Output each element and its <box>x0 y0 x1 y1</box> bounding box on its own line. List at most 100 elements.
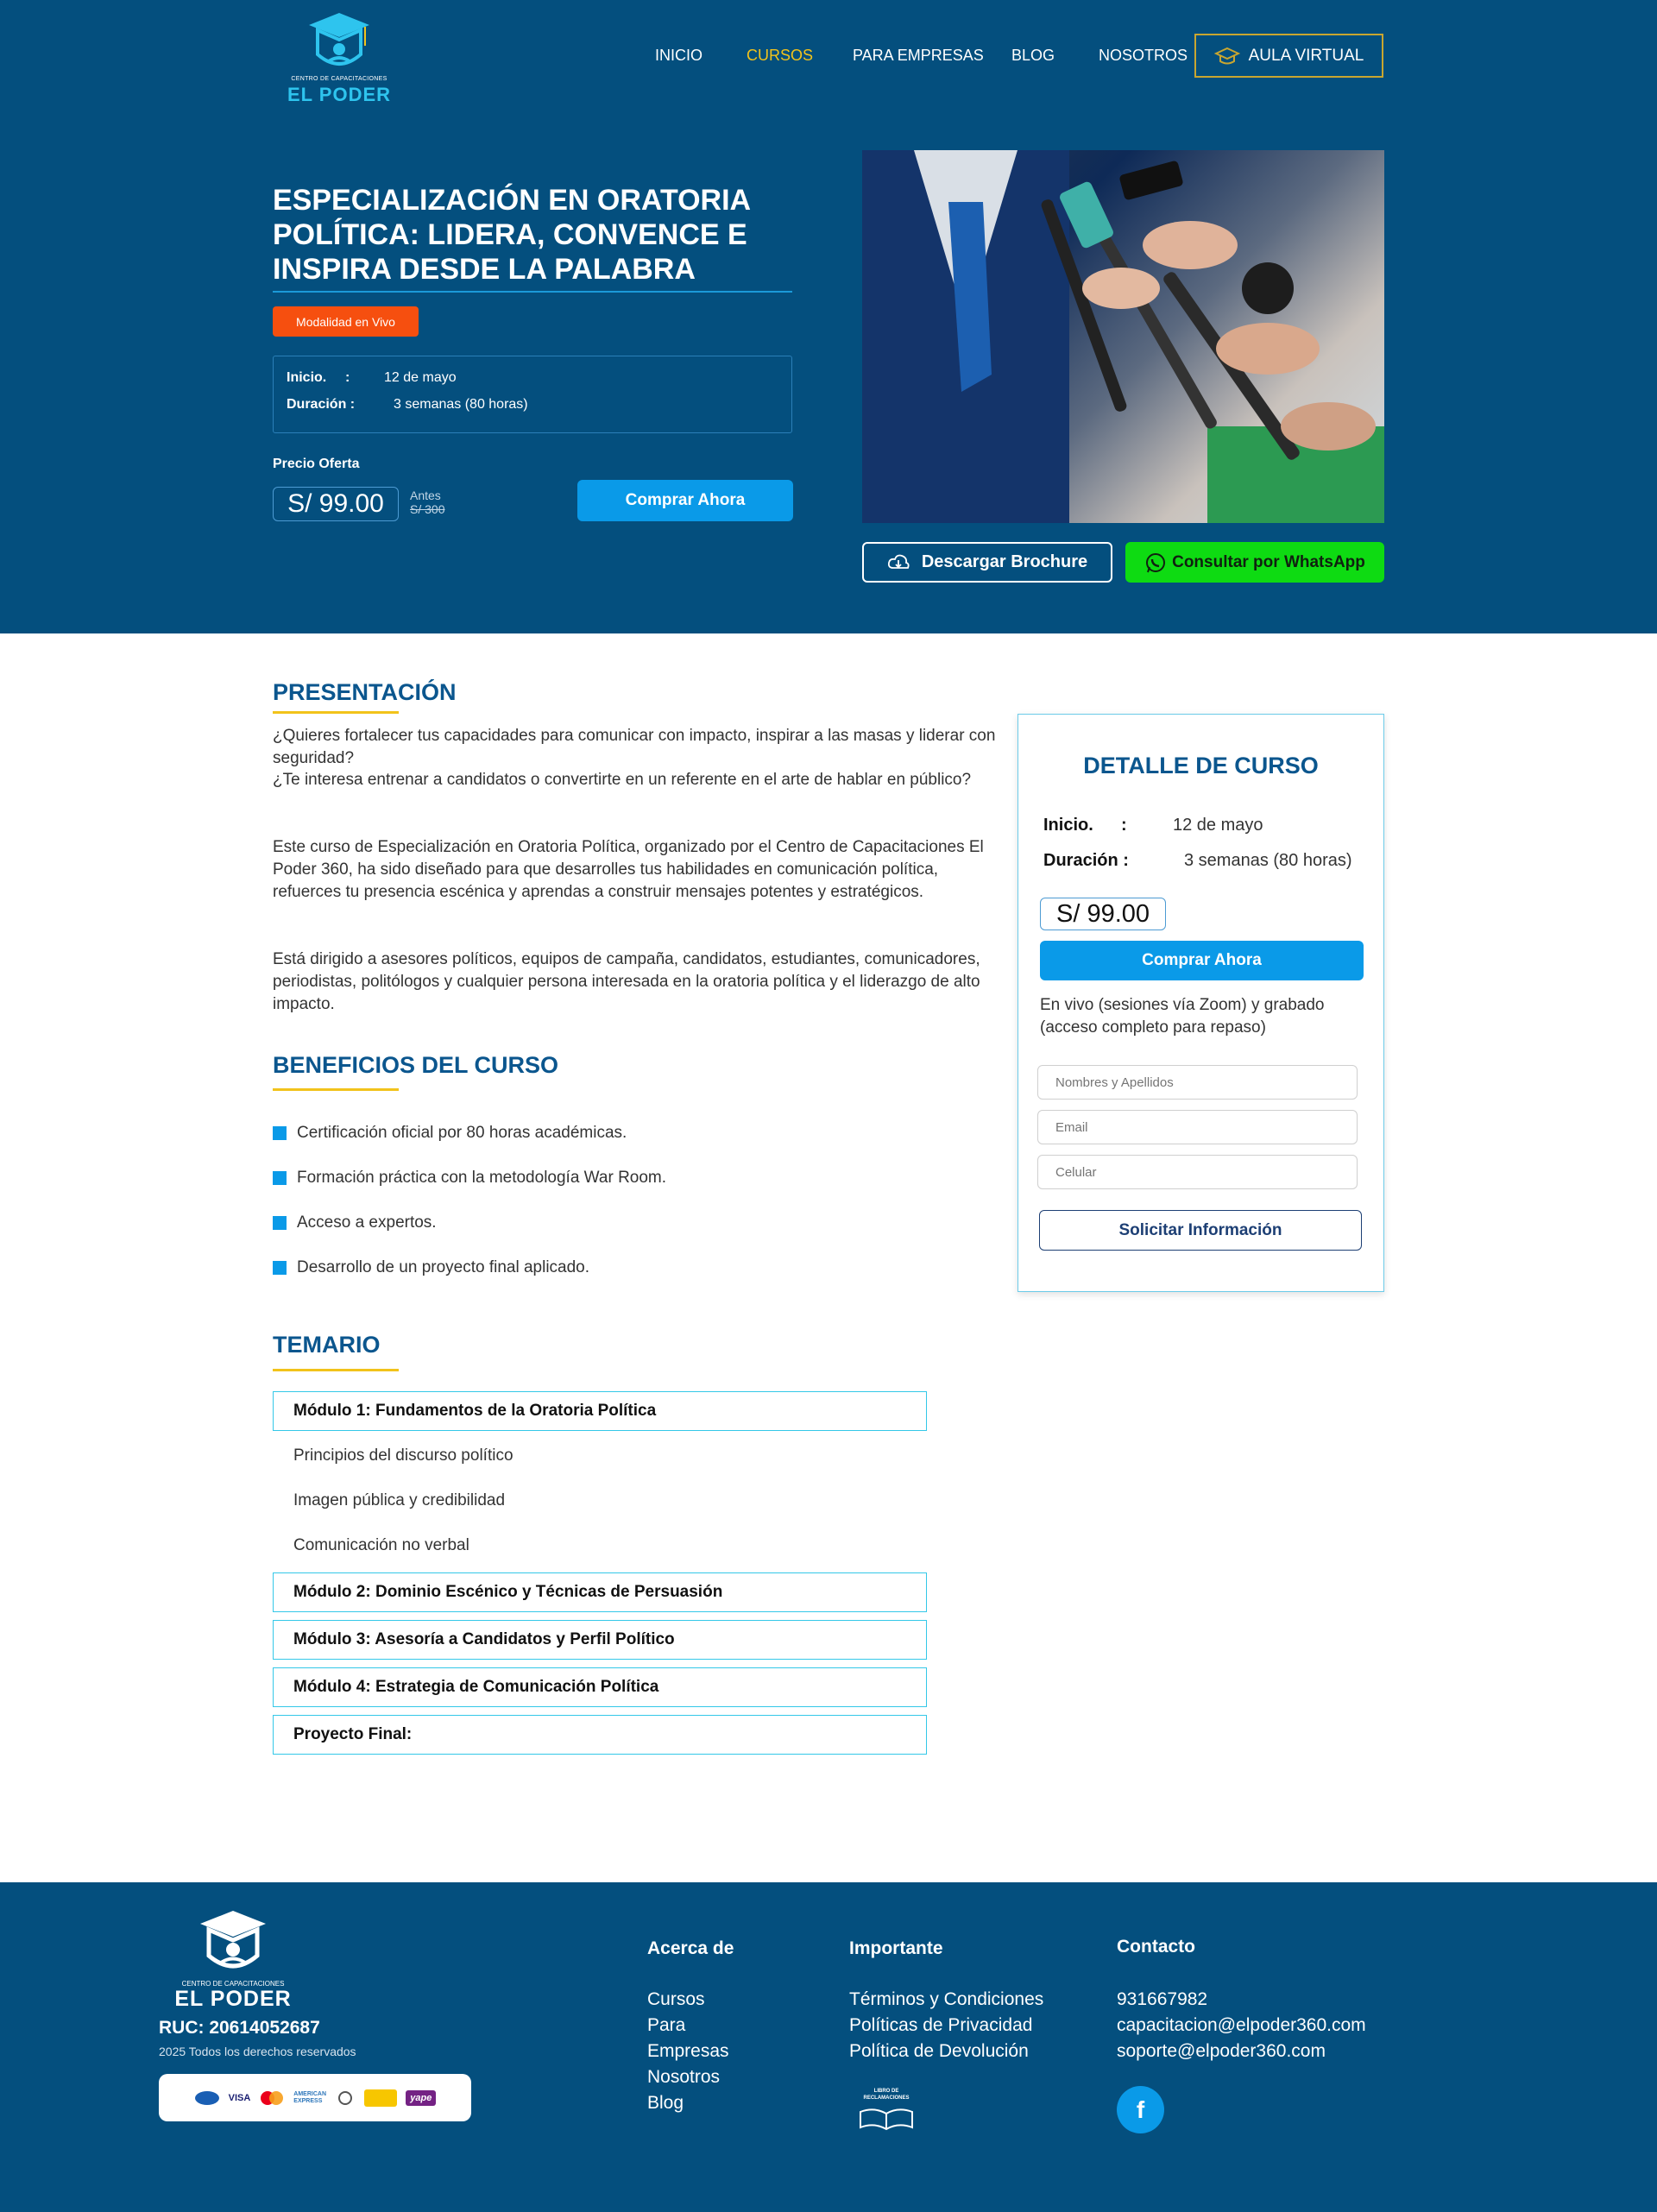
contact-email-soporte[interactable]: soporte@elpoder360.com <box>1117 2041 1326 2062</box>
nav-blog[interactable]: BLOG <box>1011 47 1055 65</box>
duracion-label: Duración : <box>287 397 356 412</box>
bullet-square-icon <box>273 1126 287 1140</box>
mastercard-icon <box>261 2090 284 2105</box>
footer-link-cursos[interactable]: Cursos <box>647 1989 705 2010</box>
acerca-title: Acerca de <box>647 1938 734 1958</box>
inicio-value: 12 de mayo <box>384 370 457 385</box>
graduation-cap-logo-icon <box>200 1911 266 1969</box>
whatsapp-button[interactable]: Consultar por WhatsApp <box>1125 542 1384 583</box>
card-icon <box>194 2090 219 2105</box>
graduation-cap-icon <box>1213 47 1240 64</box>
phone-input[interactable] <box>1037 1155 1358 1189</box>
detail-price: S/ 99.00 <box>1040 898 1166 930</box>
footer-link-blog[interactable]: Blog <box>647 2093 684 2114</box>
ruc-text: RUC: 20614052687 <box>159 2018 320 2038</box>
hero-section: CENTRO DE CAPACITACIONES EL PODER INICIO… <box>0 0 1657 633</box>
nav-nosotros[interactable]: NOSOTROS <box>1099 47 1188 65</box>
footer-link-privacidad[interactable]: Políticas de Privacidad <box>849 2015 1032 2036</box>
site-logo[interactable]: CENTRO DE CAPACITACIONES EL PODER <box>279 11 400 105</box>
temario-title: TEMARIO <box>273 1332 381 1358</box>
nav-cursos[interactable]: CURSOS <box>747 47 813 65</box>
presentacion-p3: Este curso de Especialización en Oratori… <box>273 838 984 901</box>
presentacion-p2: ¿Te interesa entrenar a candidatos o con… <box>273 771 972 789</box>
visa-logo: VISA <box>228 2092 251 2103</box>
module-topic: Comunicación no verbal <box>293 1536 469 1554</box>
yape-logo: yape <box>406 2089 437 2106</box>
amex-logo: AMERICAN EXPRESS <box>293 2090 327 2104</box>
antes-label: Antes <box>410 488 441 502</box>
contact-email-capacitacion[interactable]: capacitacion@elpoder360.com <box>1117 2015 1366 2036</box>
press-microphones-illustration <box>862 150 1384 523</box>
presentacion-title: PRESENTACIÓN <box>273 679 457 705</box>
whatsapp-icon <box>1146 552 1166 572</box>
logo-large-text: EL PODER <box>287 84 392 105</box>
whatsapp-label: Consultar por WhatsApp <box>1172 552 1365 571</box>
contact-phone[interactable]: 931667982 <box>1117 1989 1207 2010</box>
benefit-text: Certificación oficial por 80 horas acadé… <box>297 1124 627 1142</box>
importante-title: Importante <box>849 1938 943 1958</box>
course-hero-image <box>862 150 1384 523</box>
presentacion-rule <box>273 711 399 714</box>
benefit-item: Formación práctica con la metodología Wa… <box>273 1169 666 1188</box>
diners-icon <box>338 2090 353 2105</box>
temario-rule <box>273 1369 399 1371</box>
payment-methods: VISA AMERICAN EXPRESS yape <box>159 2074 471 2121</box>
inicio-colon: : <box>345 370 350 385</box>
site-footer: CENTRO DE CAPACITACIONES EL PODER RUC: 2… <box>0 1882 1657 2212</box>
footer-link-para[interactable]: Para <box>647 2015 685 2036</box>
detail-inicio-value: 12 de mayo <box>1173 816 1263 835</box>
course-info-box: Inicio.: 12 de mayo Duración : 3 semanas (… <box>273 356 792 433</box>
module-3-accordion[interactable]: Módulo 3: Asesoría a Candidatos y Perfil… <box>273 1620 927 1660</box>
old-price: Antes S/ 300 <box>410 488 444 516</box>
detail-duracion-value: 3 semanas (80 horas) <box>1184 851 1352 870</box>
graduation-cap-logo-icon <box>309 13 369 66</box>
module-4-accordion[interactable]: Módulo 4: Estrategia de Comunicación Pol… <box>273 1667 927 1707</box>
name-input[interactable] <box>1037 1065 1358 1100</box>
contacto-title: Contacto <box>1117 1937 1195 1957</box>
duracion-value: 3 semanas (80 horas) <box>394 397 528 412</box>
beneficios-title: BENEFICIOS DEL CURSO <box>273 1052 559 1078</box>
aula-virtual-button[interactable]: AULA VIRTUAL <box>1194 34 1383 78</box>
buy-now-button[interactable]: Comprar Ahora <box>577 480 793 521</box>
detail-inicio-colon: : <box>1121 816 1127 835</box>
detail-buy-button[interactable]: Comprar Ahora <box>1040 941 1364 980</box>
nav-inicio[interactable]: INICIO <box>655 47 702 65</box>
footer-link-terminos[interactable]: Términos y Condiciones <box>849 1989 1043 2010</box>
email-input[interactable] <box>1037 1110 1358 1144</box>
footer-link-empresas[interactable]: Empresas <box>647 2041 729 2062</box>
benefit-text: Acceso a expertos. <box>297 1213 437 1232</box>
brochure-label: Descargar Brochure <box>921 552 1088 571</box>
module-topic: Imagen pública y credibilidad <box>293 1491 506 1509</box>
logo-small-text: CENTRO DE CAPACITACIONES <box>291 76 387 82</box>
benefit-item: Desarrollo de un proyecto final aplicado… <box>273 1258 589 1277</box>
offer-price: S/ 99.00 <box>273 487 399 521</box>
libro-reclamaciones-link[interactable]: LIBRO DE RECLAMACIONES <box>855 2086 917 2131</box>
detail-inicio-label: Inicio. <box>1043 816 1093 835</box>
modalidad-badge: Modalidad en Vivo <box>273 306 419 337</box>
module-2-accordion[interactable]: Módulo 2: Dominio Escénico y Técnicas de… <box>273 1572 927 1612</box>
detail-modality-note: En vivo (sesiones vía Zoom) y grabado (a… <box>1040 996 1325 1037</box>
presentacion-p4: Está dirigido a asesores políticos, equi… <box>273 950 980 1013</box>
download-brochure-button[interactable]: Descargar Brochure <box>862 542 1112 583</box>
facebook-icon[interactable]: f <box>1117 2086 1164 2133</box>
proyecto-final-accordion[interactable]: Proyecto Final: <box>273 1715 927 1755</box>
cloud-download-icon <box>887 554 910 569</box>
presentacion-p1: ¿Quieres fortalecer tus capacidades para… <box>273 727 996 767</box>
footer-logo[interactable]: CENTRO DE CAPACITACIONES EL PODER <box>164 1909 302 2013</box>
libro-text: LIBRO DE RECLAMACIONES <box>863 2089 910 2101</box>
footer-logo-large-text: EL PODER <box>174 1987 292 2011</box>
course-detail-card: DETALLE DE CURSO Inicio.: 12 de mayo Dura… <box>1018 714 1384 1292</box>
request-info-button[interactable]: Solicitar Información <box>1039 1210 1362 1251</box>
module-1-accordion[interactable]: Módulo 1: Fundamentos de la Oratoria Pol… <box>273 1391 927 1431</box>
copyright-text: 2025 Todos los derechos reservados <box>159 2045 356 2058</box>
beneficios-rule <box>273 1088 399 1091</box>
benefit-item: Acceso a expertos. <box>273 1213 437 1232</box>
footer-link-nosotros[interactable]: Nosotros <box>647 2067 720 2088</box>
footer-link-devolucion[interactable]: Política de Devolución <box>849 2041 1029 2062</box>
detail-title: DETALLE DE CURSO <box>1083 753 1319 778</box>
nav-para-empresas[interactable]: PARA EMPRESAS <box>853 47 984 65</box>
benefit-item: Certificación oficial por 80 horas acadé… <box>273 1124 627 1143</box>
benefit-text: Desarrollo de un proyecto final aplicado… <box>297 1258 590 1276</box>
title-divider <box>273 291 792 293</box>
aula-virtual-label: AULA VIRTUAL <box>1248 46 1364 65</box>
